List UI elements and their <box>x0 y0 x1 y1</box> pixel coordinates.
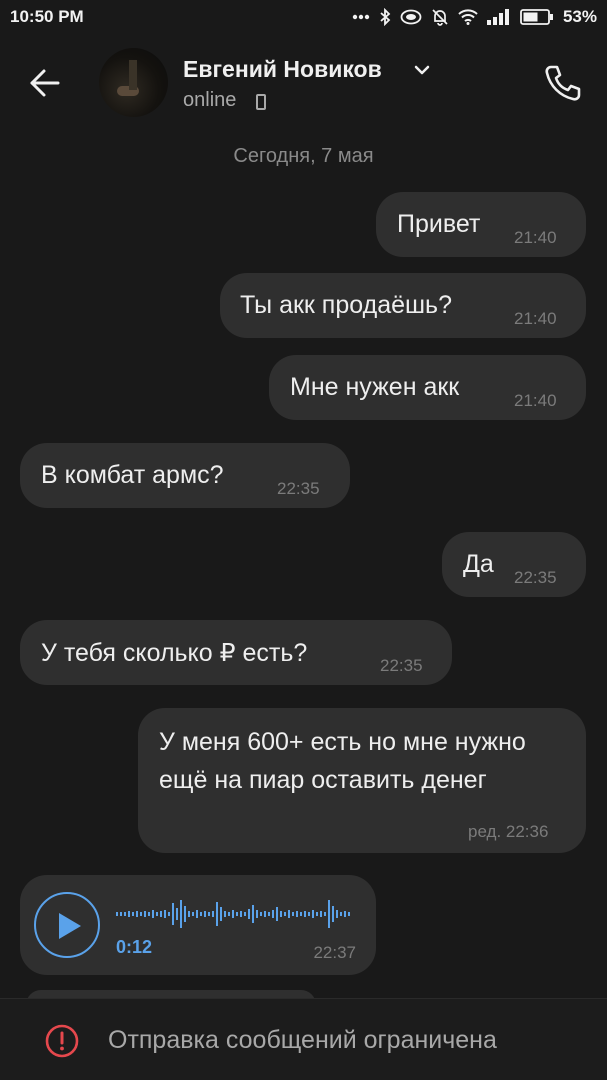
message-time: 21:40 <box>514 391 557 410</box>
outgoing-message[interactable]: Ты акк продаёшь? 21:40 <box>220 273 586 338</box>
phone-icon <box>545 65 581 101</box>
dots-icon <box>352 14 370 20</box>
chat-header: Евгений Новиков online <box>0 34 607 130</box>
message-time: 21:40 <box>514 228 557 247</box>
status-icons: 53% <box>352 6 597 28</box>
date-separator: Сегодня, 7 мая <box>233 145 374 167</box>
status-time: 10:50 PM <box>10 7 84 26</box>
message-time: 21:40 <box>514 309 557 328</box>
incoming-message[interactable]: У тебя сколько ₽ есть? 22:35 <box>20 620 452 685</box>
bell-off-icon <box>432 9 448 26</box>
message-text: Мне нужен акк <box>290 373 460 401</box>
incoming-message[interactable]: В комбат армс? 22:35 <box>20 443 350 508</box>
chevron-down-icon[interactable] <box>413 64 431 76</box>
outgoing-message[interactable]: Привет 21:40 <box>376 192 586 257</box>
outgoing-message[interactable]: Да 22:35 <box>442 532 586 597</box>
message-time: 22:37 <box>313 943 356 962</box>
back-arrow-icon <box>30 69 60 97</box>
battery-icon <box>520 9 553 25</box>
avatar-detail <box>129 60 137 90</box>
back-button[interactable] <box>22 60 68 106</box>
bluetooth-icon <box>380 8 391 26</box>
mobile-device-icon <box>256 94 266 110</box>
call-button[interactable] <box>541 61 585 105</box>
outgoing-message[interactable]: У меня 600+ есть но мне нужно ещё на пиа… <box>138 708 586 853</box>
signal-icon <box>486 9 509 25</box>
voice-duration: 0:12 <box>116 937 153 957</box>
contact-status: online <box>183 89 237 111</box>
contact-name[interactable]: Евгений Новиков <box>183 56 382 83</box>
message-time: ред. 22:36 <box>468 822 549 841</box>
message-text: Ты акк продаёшь? <box>240 291 452 319</box>
message-text: В комбат армс? <box>41 461 224 489</box>
outgoing-message[interactable]: Мне нужен акк 21:40 <box>269 355 586 420</box>
wifi-icon <box>458 9 478 25</box>
play-icon <box>59 913 81 939</box>
chat-screen: 10:50 PM 53% Евгений Новиков online Сего… <box>0 0 607 1080</box>
voice-message: 0:12 22:37 <box>20 875 376 975</box>
message-time: 22:35 <box>380 656 423 675</box>
message-text: У тебя сколько ₽ есть? <box>41 639 308 667</box>
restriction-text: Отправка сообщений ограничена <box>108 1026 497 1054</box>
battery-percent: 53% <box>562 7 597 26</box>
voice-waveform[interactable] <box>116 899 351 929</box>
warning-circle-icon <box>45 1024 79 1058</box>
message-time: 22:35 <box>277 479 320 498</box>
restriction-banner: Отправка сообщений ограничена <box>0 998 607 1080</box>
message-text: У меня 600+ есть но мне нужно ещё на пиа… <box>159 728 526 794</box>
status-bar: 10:50 PM 53% <box>0 0 607 34</box>
data-saver-icon <box>400 9 422 25</box>
play-button[interactable] <box>34 892 100 958</box>
contact-avatar[interactable] <box>99 48 168 117</box>
message-time: 22:35 <box>514 568 557 587</box>
message-text: Привет <box>397 210 481 238</box>
message-text: Да <box>463 550 494 578</box>
